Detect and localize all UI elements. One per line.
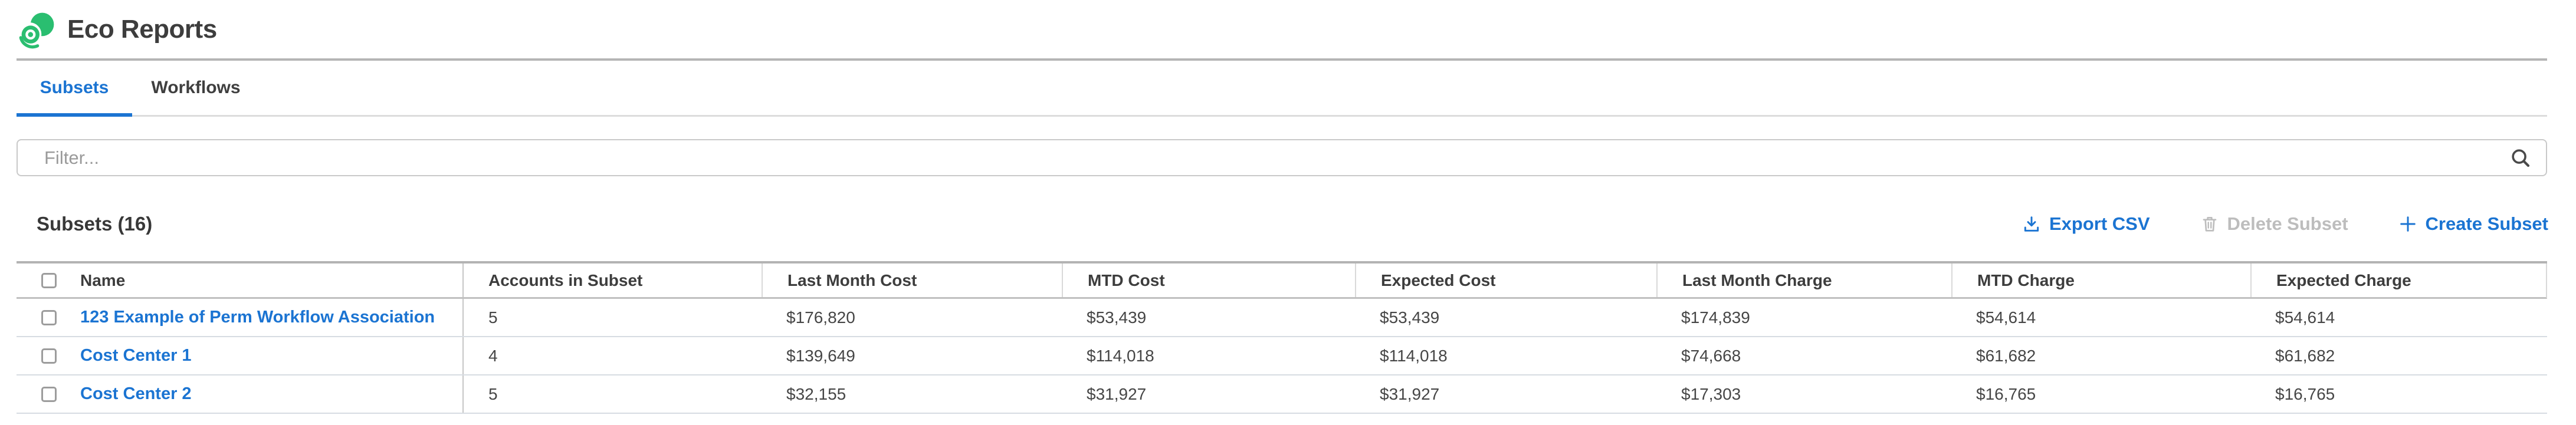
column-header-last-month-cost: Last Month Cost (762, 263, 1062, 297)
subset-name-link[interactable]: 123 Example of Perm Workflow Association (80, 308, 435, 327)
create-subset-label: Create Subset (2426, 213, 2548, 235)
filter-input[interactable] (17, 139, 2547, 176)
row-cell: 4 (464, 337, 762, 374)
table-row: Cost Center 1 4 $139,649 $114,018 $114,0… (17, 337, 2547, 375)
row-cell: 5 (464, 375, 762, 413)
export-csv-label: Export CSV (2049, 213, 2150, 235)
delete-subset-button[interactable]: Delete Subset (2200, 213, 2348, 235)
row-cell: $31,927 (1062, 375, 1355, 413)
column-header-expected-cost: Expected Cost (1355, 263, 1656, 297)
filter-bar (17, 139, 2547, 176)
row-cell: $176,820 (762, 299, 1062, 336)
tab-workflows[interactable]: Workflows (132, 61, 260, 115)
subsets-toolbar: Subsets (16) Export CSV Delete Subset Cr (37, 210, 2548, 238)
download-icon (2022, 215, 2041, 233)
create-subset-button[interactable]: Create Subset (2398, 213, 2548, 235)
row-cell: $174,839 (1656, 299, 1951, 336)
row-cell: $61,682 (2250, 337, 2547, 374)
row-checkbox[interactable] (41, 310, 57, 325)
row-cell: $17,303 (1656, 375, 1951, 413)
tab-bar: Subsets Workflows (17, 61, 2547, 117)
header-name-cell: Name (17, 263, 464, 297)
column-header-name: Name (80, 271, 125, 290)
row-cell: $53,439 (1062, 299, 1355, 336)
row-cell: $74,668 (1656, 337, 1951, 374)
brand-logo-icon (18, 8, 57, 53)
subsets-table: Name Accounts in Subset Last Month Cost … (17, 261, 2547, 414)
row-checkbox[interactable] (41, 348, 57, 364)
table-row: 123 Example of Perm Workflow Association… (17, 299, 2547, 337)
row-checkbox[interactable] (41, 387, 57, 402)
row-cell: $54,614 (1951, 299, 2250, 336)
tab-subsets[interactable]: Subsets (17, 61, 132, 115)
subset-name-link[interactable]: Cost Center 1 (80, 346, 192, 365)
row-cell: $139,649 (762, 337, 1062, 374)
row-cell: $114,018 (1355, 337, 1656, 374)
row-cell: $53,439 (1355, 299, 1656, 336)
row-cell: $31,927 (1355, 375, 1656, 413)
row-cell: $114,018 (1062, 337, 1355, 374)
app-header: Eco Reports (0, 0, 2576, 58)
row-name-cell: 123 Example of Perm Workflow Association (17, 299, 464, 336)
row-cell: $16,765 (1951, 375, 2250, 413)
search-icon[interactable] (2509, 147, 2532, 169)
column-header-accounts: Accounts in Subset (464, 263, 762, 297)
row-cell: 5 (464, 299, 762, 336)
select-all-checkbox[interactable] (41, 273, 57, 288)
row-name-cell: Cost Center 1 (17, 337, 464, 374)
subset-name-link[interactable]: Cost Center 2 (80, 384, 192, 404)
row-cell: $54,614 (2250, 299, 2547, 336)
delete-subset-label: Delete Subset (2227, 213, 2348, 235)
table-header: Name Accounts in Subset Last Month Cost … (17, 263, 2547, 299)
table-body: 123 Example of Perm Workflow Association… (17, 299, 2547, 414)
row-name-cell: Cost Center 2 (17, 375, 464, 413)
column-header-last-month-charge: Last Month Charge (1656, 263, 1951, 297)
row-cell: $32,155 (762, 375, 1062, 413)
column-header-mtd-charge: MTD Charge (1951, 263, 2250, 297)
column-header-mtd-cost: MTD Cost (1062, 263, 1355, 297)
trash-icon (2200, 215, 2219, 233)
toolbar-actions: Export CSV Delete Subset Create Subset (2022, 213, 2548, 235)
table-row: Cost Center 2 5 $32,155 $31,927 $31,927 … (17, 375, 2547, 414)
row-cell: $16,765 (2250, 375, 2547, 413)
row-cell: $61,682 (1951, 337, 2250, 374)
page-title: Eco Reports (67, 15, 217, 44)
section-title: Subsets (16) (37, 213, 152, 235)
plus-icon (2398, 215, 2417, 233)
column-header-expected-charge: Expected Charge (2250, 263, 2546, 297)
export-csv-button[interactable]: Export CSV (2022, 213, 2150, 235)
